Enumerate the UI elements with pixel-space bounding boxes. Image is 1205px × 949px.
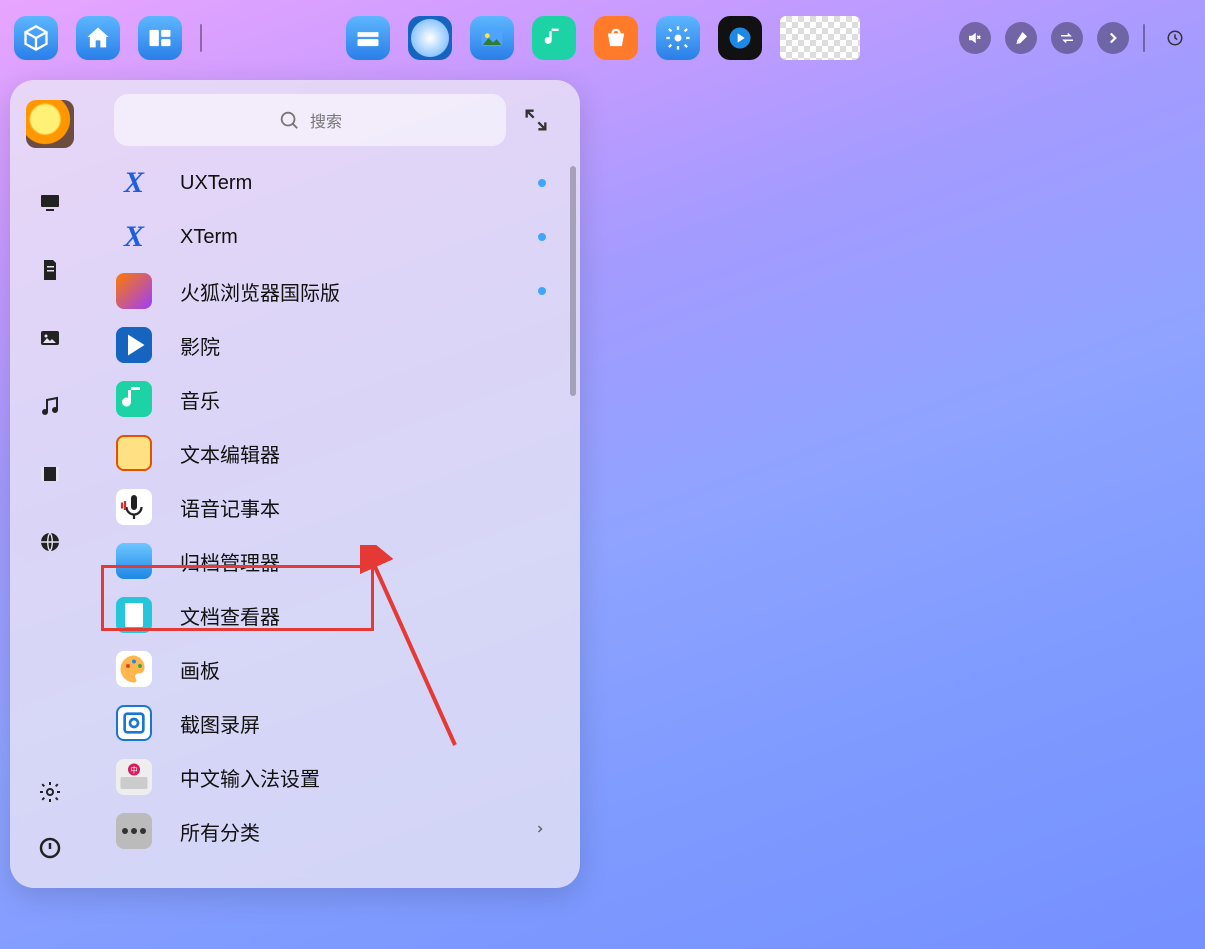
new-indicator-dot [538,233,546,241]
launcher-cube-icon[interactable] [14,16,58,60]
category-image-icon[interactable] [36,324,64,352]
app-item-editor[interactable]: 文本编辑器 [102,426,568,480]
chevron-right-icon [534,820,546,843]
taskbar-center [346,16,860,60]
taskbar-separator [1143,24,1145,52]
screenshot-icon [116,705,152,741]
search-input[interactable]: 搜索 [114,94,506,146]
app-item-firefox[interactable]: 火狐浏览器国际版 [102,264,568,318]
app-label: 语音记事本 [180,493,280,522]
app-label: 截图录屏 [180,709,260,738]
app-item-theater[interactable]: 影院 [102,318,568,372]
pixelated-region [780,16,860,60]
document-viewer-icon [116,597,152,633]
app-item-voicenote[interactable]: 语音记事本 [102,480,568,534]
category-computer-icon[interactable] [36,188,64,216]
terminal-x-icon: X [116,165,152,201]
app-item-draw[interactable]: 画板 [102,642,568,696]
music-note-icon [116,381,152,417]
files-icon[interactable] [346,16,390,60]
video-player-icon[interactable] [718,16,762,60]
app-label: 音乐 [180,385,220,414]
expand-icon[interactable] [522,106,550,134]
taskbar-left [14,16,202,60]
category-music-icon[interactable] [36,392,64,420]
app-item-capture[interactable]: 截图录屏 [102,696,568,750]
palette-icon [116,651,152,687]
taskbar [0,10,1205,66]
launcher-sidebar [10,80,90,888]
app-label: XTerm [180,226,238,249]
app-item-uxterm[interactable]: X UXTerm [102,156,568,210]
launcher-main: 搜索 X UXTerm X XTerm 火狐浏览器国际版 影院 [90,80,580,888]
app-item-xterm[interactable]: X XTerm [102,210,568,264]
app-label: 所有分类 [180,817,260,846]
new-indicator-dot [538,287,546,295]
volume-mute-icon[interactable] [959,22,991,54]
scrollbar-thumb[interactable] [570,166,576,396]
app-item-ime[interactable]: 中 中文输入法设置 [102,750,568,804]
app-label: 影院 [180,331,220,360]
search-placeholder: 搜索 [310,108,342,132]
app-item-music[interactable]: 音乐 [102,372,568,426]
workspace-icon[interactable] [138,16,182,60]
app-label: 文档查看器 [180,601,280,630]
app-item-docview[interactable]: 文档查看器 [102,588,568,642]
app-label: 中文输入法设置 [180,763,320,792]
app-item-all-categories[interactable]: 所有分类 [102,804,568,858]
browser-icon[interactable] [408,16,452,60]
play-icon [116,327,152,363]
taskbar-separator [200,24,202,52]
app-label: 归档管理器 [180,547,280,576]
more-icon [116,813,152,849]
archive-icon [116,543,152,579]
category-video-icon[interactable] [36,460,64,488]
settings-gear-icon[interactable] [36,778,64,806]
microphone-icon [116,489,152,525]
category-globe-icon[interactable] [36,528,64,556]
app-label: 火狐浏览器国际版 [180,277,340,306]
photos-icon[interactable] [470,16,514,60]
launcher-panel: 搜索 X UXTerm X XTerm 火狐浏览器国际版 影院 [10,80,580,888]
taskbar-right [959,22,1191,54]
chevron-right-icon[interactable] [1097,22,1129,54]
app-item-archive[interactable]: 归档管理器 [102,534,568,588]
new-indicator-dot [538,179,546,187]
search-icon [278,109,300,131]
text-editor-icon [116,435,152,471]
app-label: 画板 [180,655,220,684]
firefox-icon [116,273,152,309]
music-player-icon[interactable] [532,16,576,60]
transfer-icon[interactable] [1051,22,1083,54]
app-list: X UXTerm X XTerm 火狐浏览器国际版 影院 音乐 [90,156,568,874]
app-label: UXTerm [180,172,252,195]
settings-icon[interactable] [656,16,700,60]
category-document-icon[interactable] [36,256,64,284]
home-icon[interactable] [76,16,120,60]
user-avatar[interactable] [26,100,74,148]
app-store-icon[interactable] [594,16,638,60]
clock-icon[interactable] [1159,22,1191,54]
terminal-x-icon: X [116,219,152,255]
svg-text:中: 中 [130,765,138,775]
brush-icon[interactable] [1005,22,1037,54]
app-label: 文本编辑器 [180,439,280,468]
keyboard-ime-icon: 中 [116,759,152,795]
power-icon[interactable] [36,834,64,862]
